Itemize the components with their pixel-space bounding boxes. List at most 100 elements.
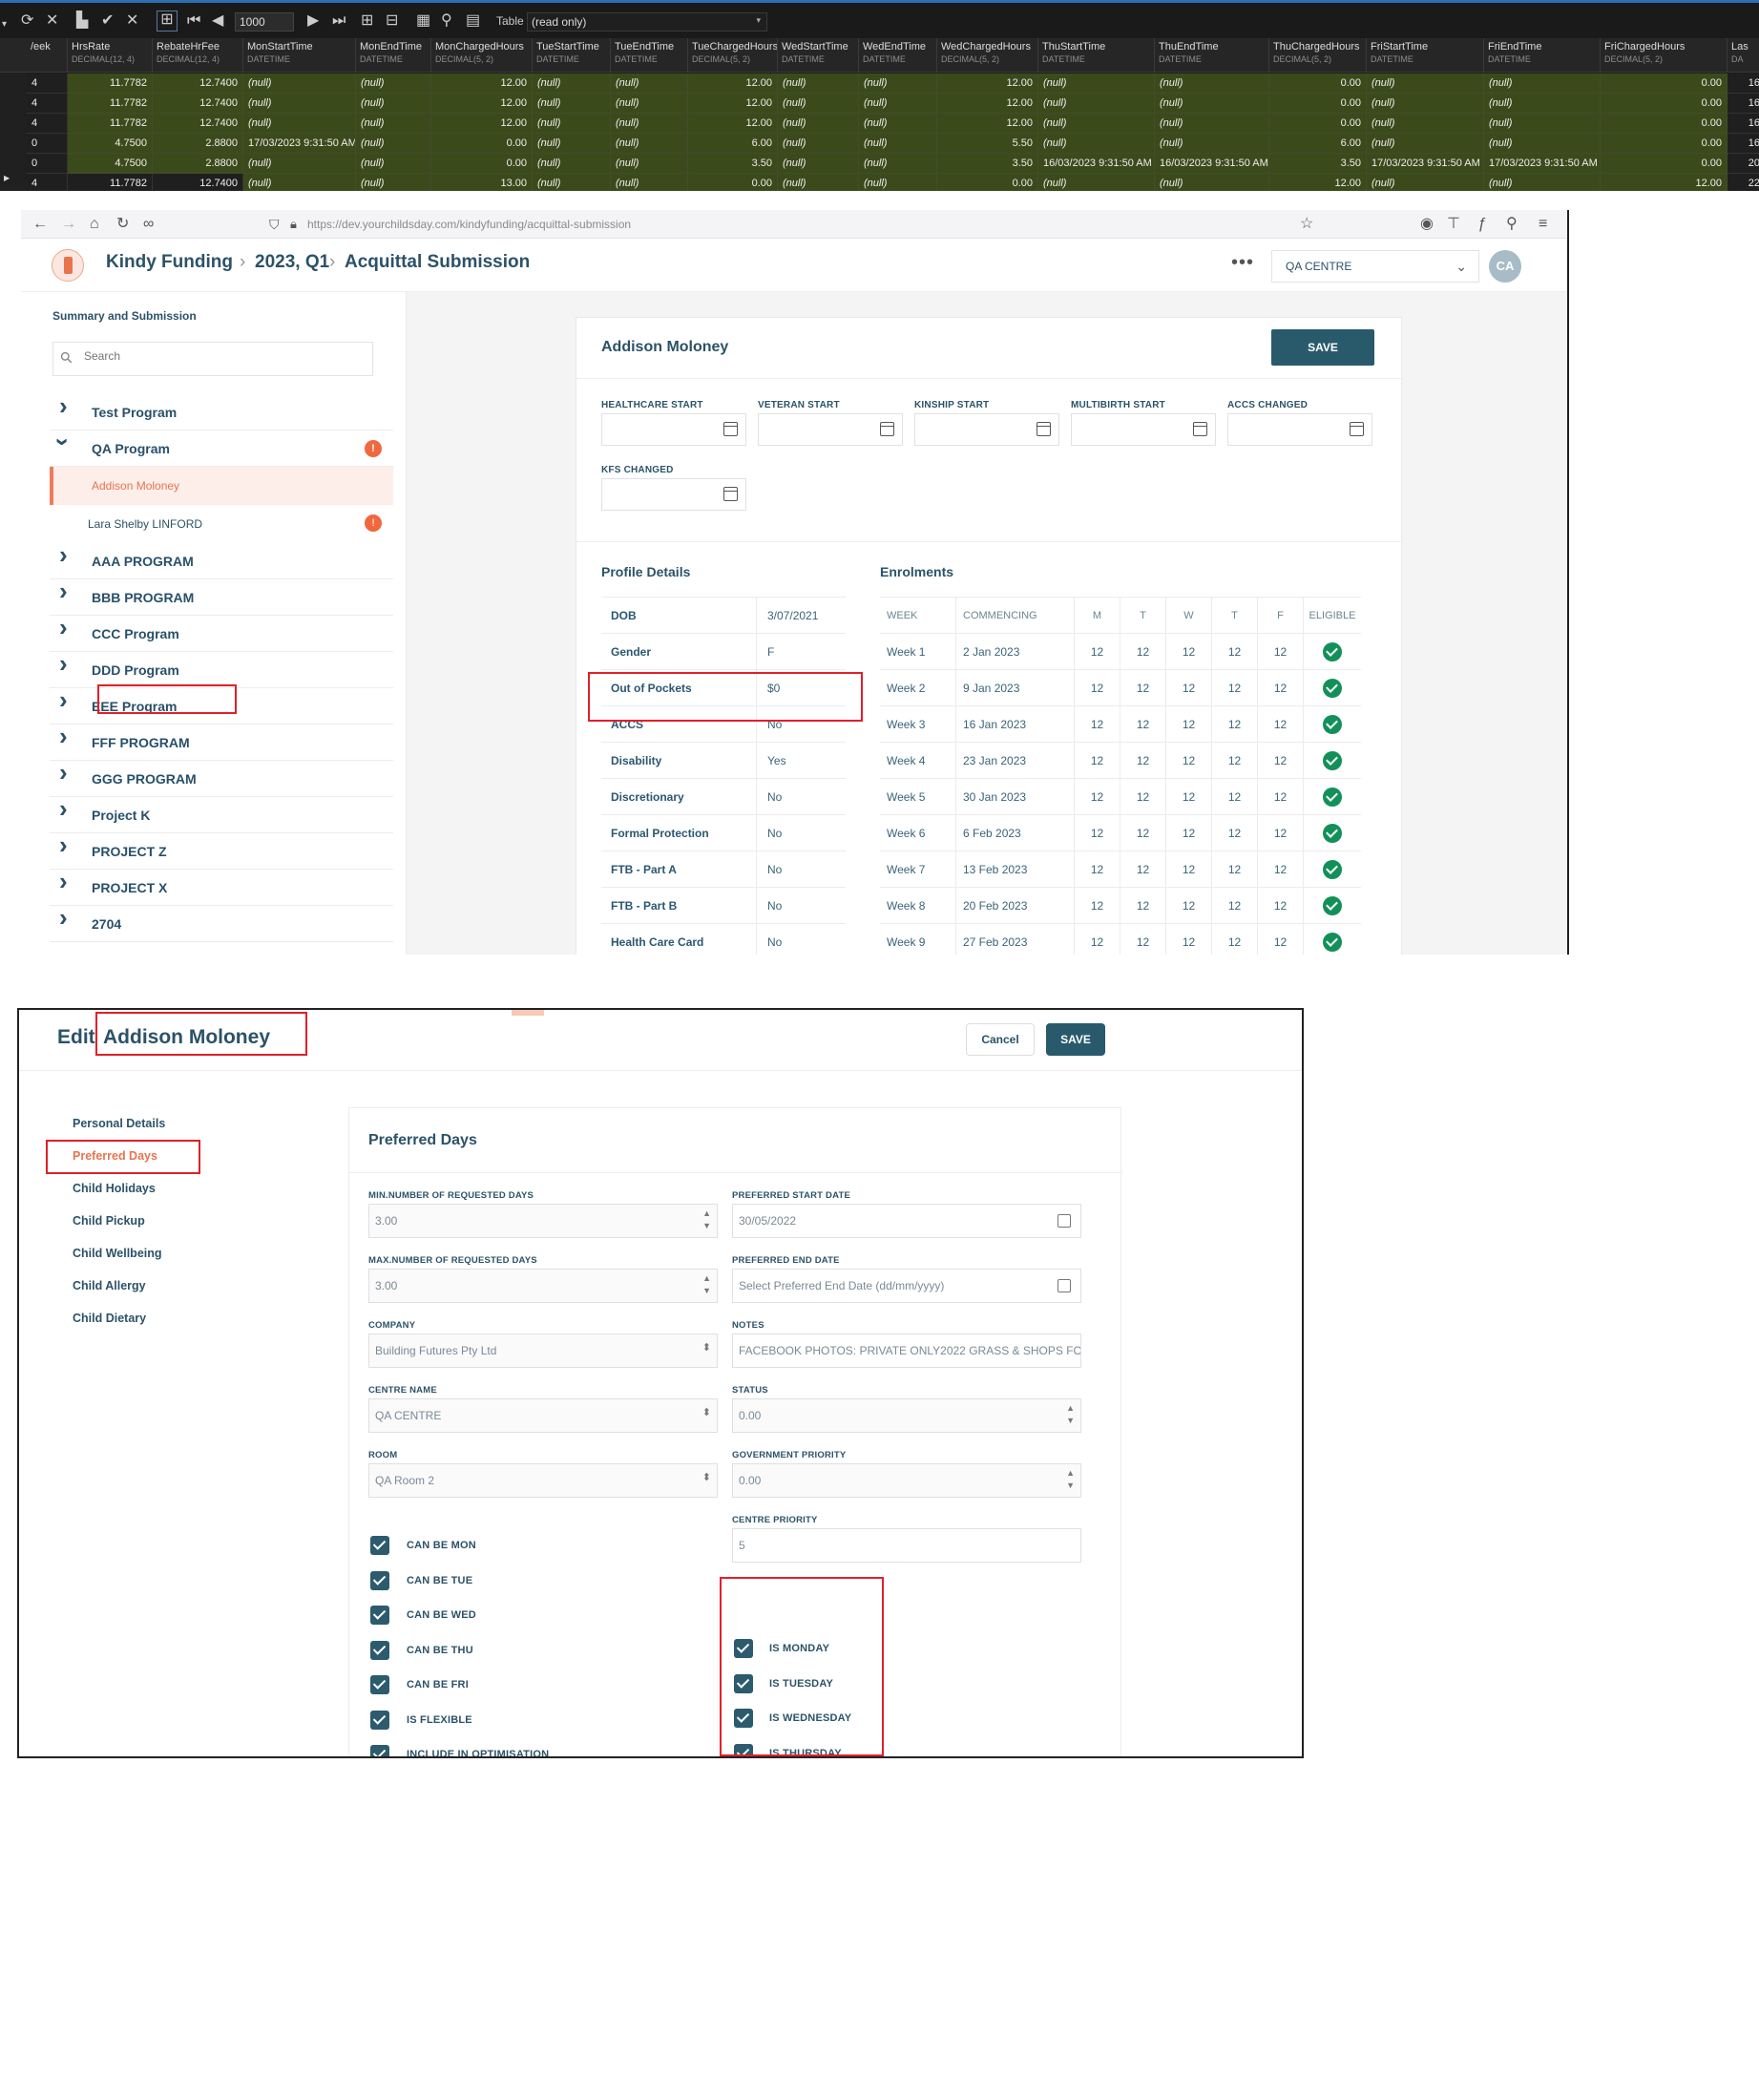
table-cell[interactable]: 0.00 [431,134,533,154]
calendar-icon[interactable] [723,422,738,436]
table-cell[interactable]: (null) [1484,174,1601,191]
column-header[interactable]: RebateHrFee DECIMAL(12, 4) [153,38,243,73]
table-cell[interactable]: (null) [1367,94,1484,114]
enrolment-row[interactable]: Week 4 23 Jan 2023 12 12 12 12 12 [880,743,1361,779]
table-cell[interactable]: (null) [1155,94,1269,114]
table-cell[interactable]: 16/03/2023 9:31:50 AM [1038,154,1155,174]
table-cell[interactable]: (null) [778,174,859,191]
calendar-icon[interactable] [1057,1214,1071,1228]
table-cell[interactable]: 12.00 [937,94,1038,114]
centre-select[interactable]: QA CENTRE ⌄ [1271,250,1479,283]
calendar-icon[interactable] [880,422,894,436]
table-cell[interactable]: 12.00 [431,74,533,94]
sidebar-item-program[interactable]: › PROJECT X [50,869,393,906]
select-arrows-icon[interactable]: ⬍ [702,1407,711,1419]
column-header[interactable]: TueChargedHours DECIMAL(5, 2) [688,38,778,73]
breadcrumb-kindy-funding[interactable]: Kindy Funding [106,252,233,273]
form-field-input[interactable]: Building Futures Pty Ltd ⬍ [368,1334,718,1368]
table-cell[interactable]: 2.8800 [153,154,243,174]
spinner-icon[interactable]: ▲ ▼ [1066,1402,1075,1427]
table-cell[interactable]: (null) [356,74,431,94]
table-cell[interactable]: 17/03/2023 9:31:50 AM [1367,154,1484,174]
table-cell[interactable]: 3.50 [688,154,778,174]
table-cell[interactable]: 0.00 [1269,94,1367,114]
prev-page-icon[interactable]: ◀ [212,12,223,30]
more-options-icon[interactable]: ••• [1231,252,1254,274]
column-header[interactable]: ThuEndTime DATETIME [1155,38,1269,73]
checkbox-checked[interactable] [370,1536,389,1555]
table-cell[interactable]: 16/03/2023 9:31:50 AM [1155,154,1269,174]
reload-icon[interactable]: ↻ [116,215,129,234]
table-cell[interactable]: 6.00 [688,134,778,154]
table-cell[interactable]: (null) [1367,174,1484,191]
table-cell[interactable]: (null) [1155,174,1269,191]
table-cell[interactable]: (null) [859,74,937,94]
table-cell[interactable]: 12.00 [688,94,778,114]
column-header[interactable]: MonEndTime DATETIME [356,38,431,73]
checkbox-checked[interactable] [370,1606,389,1625]
table-cell[interactable]: 0.00 [1269,74,1367,94]
table-cell[interactable]: (null) [859,154,937,174]
checkbox-checked[interactable] [370,1675,389,1694]
table-mode-select[interactable]: (read only) ▾ [527,12,767,32]
date-input[interactable] [1227,413,1372,446]
cancel-icon[interactable]: ✕ [46,12,58,30]
table-cell[interactable]: (null) [859,94,937,114]
table-cell[interactable]: 12.00 [431,94,533,114]
table-cell[interactable]: 12.00 [937,114,1038,134]
edit-nav-item[interactable]: Child Dietary [73,1312,146,1325]
column-header[interactable]: FriEndTime DATETIME [1484,38,1601,73]
table-cell[interactable]: (null) [611,94,688,114]
calendar-icon[interactable] [1037,422,1051,436]
table-cell[interactable]: 4 [27,74,68,94]
table-cell[interactable]: 0.00 [1601,154,1728,174]
table-cell[interactable]: 12.00 [1601,174,1728,191]
table-cell[interactable]: (null) [611,134,688,154]
table-cell[interactable]: 12.00 [688,114,778,134]
table-cell[interactable]: 4.7500 [68,154,153,174]
checkbox-checked[interactable] [370,1745,389,1756]
form-field-input[interactable]: 5 [732,1528,1081,1563]
form-field-input[interactable]: Select Preferred End Date (dd/mm/yyyy) [732,1269,1081,1303]
table-cell[interactable]: 3.50 [1269,154,1367,174]
date-input[interactable] [914,413,1059,446]
edit-nav-item[interactable]: Child Wellbeing [73,1247,162,1260]
sidebar-item-program[interactable]: › Test Program [50,393,393,430]
table-cell[interactable]: (null) [1038,74,1155,94]
table-cell[interactable]: (null) [1155,134,1269,154]
table-cell[interactable]: 11.7782 [68,174,153,191]
table-cell[interactable]: 12.7400 [153,94,243,114]
first-page-icon[interactable]: ⏮ [187,12,200,30]
column-header[interactable]: WedChargedHours DECIMAL(5, 2) [937,38,1038,73]
column-header[interactable]: WedEndTime DATETIME [859,38,937,73]
table-cell[interactable]: (null) [1038,174,1155,191]
table-cell[interactable]: (null) [243,174,356,191]
sidebar-search[interactable]: ⚲ [52,342,373,376]
calendar-icon[interactable] [1193,422,1207,436]
sidebar-item-program[interactable]: › 2704 [50,905,393,942]
table-cell[interactable]: 17/03/2023 9:31:50 AM [243,134,356,154]
table-cell[interactable]: 0 [27,154,68,174]
column-header[interactable]: HrsRate DECIMAL(12, 4) [68,38,153,73]
table-cell[interactable]: 12.7400 [153,114,243,134]
table-cell[interactable]: 4.7500 [68,134,153,154]
table-cell[interactable]: 0.00 [1601,94,1728,114]
table-cell[interactable]: (null) [1155,74,1269,94]
table-cell[interactable]: (null) [356,174,431,191]
table-cell[interactable]: 4 [27,174,68,191]
table-cell[interactable]: (null) [243,114,356,134]
app-logo[interactable] [52,249,84,282]
checkbox-checked[interactable] [370,1710,389,1730]
table-row[interactable]: 4 11.7782 12.7400 (null) (null) 13.00 (null) (n… [0,174,1759,191]
next-page-icon[interactable]: ▶ [307,12,319,30]
enrolment-row[interactable]: Week 9 27 Feb 2023 12 12 12 12 12 [880,924,1361,955]
select-arrows-icon[interactable]: ⬍ [702,1472,711,1484]
table-cell[interactable]: (null) [1484,94,1601,114]
enrolment-row[interactable]: Week 8 20 Feb 2023 12 12 12 12 12 [880,888,1361,924]
table-cell[interactable]: 16 [1728,74,1759,94]
table-cell[interactable]: (null) [356,94,431,114]
avatar[interactable]: CA [1489,250,1521,283]
home-icon[interactable]: ⌂ [90,215,99,234]
table-icon[interactable]: ▦ [416,12,430,30]
checkbox-checked[interactable] [370,1640,389,1660]
